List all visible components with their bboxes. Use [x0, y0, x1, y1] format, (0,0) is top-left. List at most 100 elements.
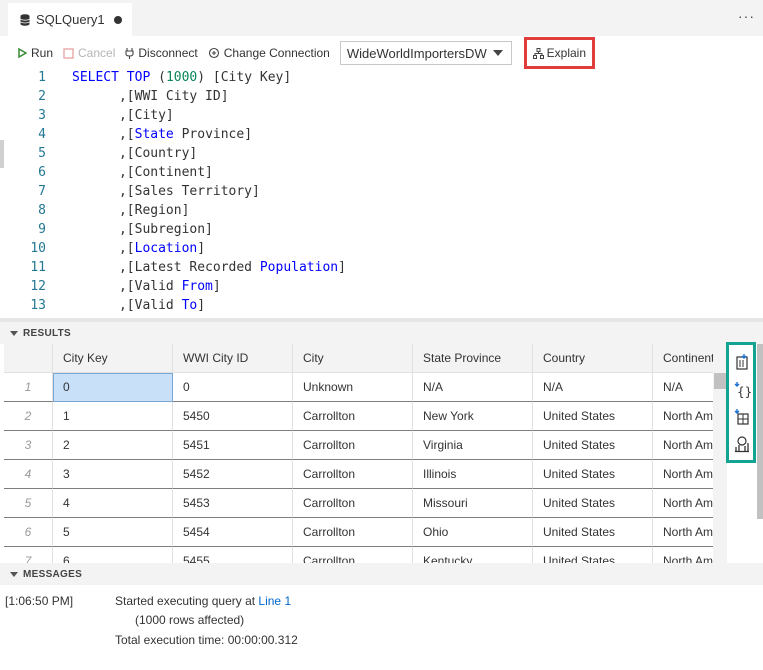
table-cell[interactable]: 5452	[173, 460, 293, 489]
table-cell[interactable]: 0	[173, 373, 293, 402]
table-cell[interactable]: 5454	[173, 518, 293, 547]
code-line[interactable]: 3 ,[City]	[0, 106, 763, 125]
message-exec-time: Total execution time: 00:00:00.312	[115, 633, 298, 647]
table-cell[interactable]: Virginia	[413, 431, 533, 460]
table-cell[interactable]: 0	[53, 373, 173, 402]
table-cell[interactable]: Carrollton	[293, 518, 413, 547]
table-cell[interactable]: Carrollton	[293, 402, 413, 431]
table-cell[interactable]: 5	[53, 518, 173, 547]
run-button[interactable]: Run	[18, 46, 53, 60]
code-text: ,[Continent]	[72, 163, 213, 182]
table-row[interactable]: 5 4 5453 Carrollton Missouri United States Nor…	[4, 489, 713, 518]
table-cell[interactable]: 6	[53, 547, 173, 564]
chart-icon[interactable]	[733, 435, 751, 453]
table-row[interactable]: 7 6 5455 Carrollton Kentucky United States Nor…	[4, 547, 713, 564]
row-number[interactable]: 3	[4, 431, 53, 460]
code-line[interactable]: 2 ,[WWI City ID]	[0, 87, 763, 106]
table-row[interactable]: 2 1 5450 Carrollton New York United States Nor…	[4, 402, 713, 431]
tab-sqlquery1[interactable]: SQLQuery1	[8, 3, 132, 36]
change-connection-button[interactable]: Change Connection	[208, 46, 330, 60]
database-select[interactable]: WideWorldImportersDW	[339, 41, 512, 65]
table-row[interactable]: 1 0 0 Unknown N/A N/A N/A	[4, 373, 713, 402]
table-row[interactable]: 4 3 5452 Carrollton Illinois United States Nor…	[4, 460, 713, 489]
table-cell[interactable]: United States	[533, 547, 653, 564]
table-cell[interactable]: North America	[653, 547, 713, 564]
table-cell[interactable]: New York	[413, 402, 533, 431]
table-cell[interactable]: Carrollton	[293, 460, 413, 489]
disconnect-button[interactable]: Disconnect	[125, 46, 198, 60]
table-cell[interactable]: North America	[653, 402, 713, 431]
table-cell[interactable]: North America	[653, 518, 713, 547]
code-line[interactable]: 10 ,[Location]	[0, 239, 763, 258]
row-number[interactable]: 4	[4, 460, 53, 489]
code-line[interactable]: 7 ,[Sales Territory]	[0, 182, 763, 201]
sql-editor[interactable]: 1 SELECT TOP (1000) [City Key] 2 ,[WWI Cit…	[0, 70, 763, 318]
explain-button[interactable]: Explain	[523, 37, 595, 69]
table-cell[interactable]: N/A	[653, 373, 713, 402]
column-header[interactable]: City Key	[53, 344, 173, 373]
table-cell[interactable]: United States	[533, 489, 653, 518]
code-line[interactable]: 12 ,[Valid From]	[0, 277, 763, 296]
table-cell[interactable]: Carrollton	[293, 489, 413, 518]
messages-header[interactable]: MESSAGES	[0, 563, 763, 585]
panel-scrollbar[interactable]	[757, 344, 763, 519]
row-number[interactable]: 6	[4, 518, 53, 547]
table-cell[interactable]: 5450	[173, 402, 293, 431]
column-header[interactable]: WWI City ID	[173, 344, 293, 373]
table-cell[interactable]: Kentucky	[413, 547, 533, 564]
table-cell[interactable]: North America	[653, 489, 713, 518]
code-line[interactable]: 5 ,[Country]	[0, 144, 763, 163]
save-as-excel-icon[interactable]	[733, 408, 751, 426]
column-header[interactable]: City	[293, 344, 413, 373]
table-cell[interactable]: 3	[53, 460, 173, 489]
table-cell[interactable]: North America	[653, 431, 713, 460]
code-token: ,[Latest Recorded	[72, 260, 260, 275]
grid-scroll-thumb[interactable]	[714, 373, 726, 389]
table-cell[interactable]: 2	[53, 431, 173, 460]
table-cell[interactable]: Missouri	[413, 489, 533, 518]
table-cell[interactable]: Unknown	[293, 373, 413, 402]
line-link[interactable]: Line 1	[258, 594, 291, 608]
code-line[interactable]: 9 ,[Subregion]	[0, 220, 763, 239]
grid-vertical-scrollbar[interactable]	[713, 344, 727, 564]
save-as-json-icon[interactable]: {}	[733, 381, 751, 399]
column-header[interactable]: Continent	[653, 344, 713, 373]
table-row[interactable]: 3 2 5451 Carrollton Virginia United States Nor…	[4, 431, 713, 460]
row-number[interactable]: 1	[4, 373, 53, 402]
code-line[interactable]: 4 ,[State Province]	[0, 125, 763, 144]
table-cell[interactable]: United States	[533, 402, 653, 431]
table-cell[interactable]: United States	[533, 460, 653, 489]
code-line[interactable]: 8 ,[Region]	[0, 201, 763, 220]
results-grid[interactable]: City Key WWI City ID City State Province Cou…	[4, 344, 713, 564]
more-actions-icon[interactable]: ···	[738, 9, 755, 23]
table-cell[interactable]: N/A	[413, 373, 533, 402]
save-as-csv-icon[interactable]	[733, 353, 751, 371]
table-cell[interactable]: 5455	[173, 547, 293, 564]
table-cell[interactable]: N/A	[533, 373, 653, 402]
table-cell[interactable]: 1	[53, 402, 173, 431]
cancel-button[interactable]: Cancel	[63, 46, 115, 60]
code-line[interactable]: 6 ,[Continent]	[0, 163, 763, 182]
results-header[interactable]: RESULTS	[0, 322, 763, 344]
table-cell[interactable]: North America	[653, 460, 713, 489]
table-cell[interactable]: 4	[53, 489, 173, 518]
table-cell[interactable]: Ohio	[413, 518, 533, 547]
unsaved-dot-icon[interactable]	[114, 16, 122, 24]
row-number[interactable]: 5	[4, 489, 53, 518]
row-number[interactable]: 2	[4, 402, 53, 431]
table-cell[interactable]: United States	[533, 518, 653, 547]
table-cell[interactable]: Carrollton	[293, 547, 413, 564]
column-header[interactable]: Country	[533, 344, 653, 373]
table-cell[interactable]: United States	[533, 431, 653, 460]
column-header[interactable]	[4, 344, 53, 373]
table-row[interactable]: 6 5 5454 Carrollton Ohio United States North A…	[4, 518, 713, 547]
code-line[interactable]: 13 ,[Valid To]	[0, 296, 763, 315]
table-cell[interactable]: 5451	[173, 431, 293, 460]
table-cell[interactable]: Illinois	[413, 460, 533, 489]
table-cell[interactable]: 5453	[173, 489, 293, 518]
column-header[interactable]: State Province	[413, 344, 533, 373]
code-line[interactable]: 11 ,[Latest Recorded Population]	[0, 258, 763, 277]
code-line[interactable]: 1 SELECT TOP (1000) [City Key]	[0, 70, 763, 87]
table-cell[interactable]: Carrollton	[293, 431, 413, 460]
row-number[interactable]: 7	[4, 547, 53, 564]
